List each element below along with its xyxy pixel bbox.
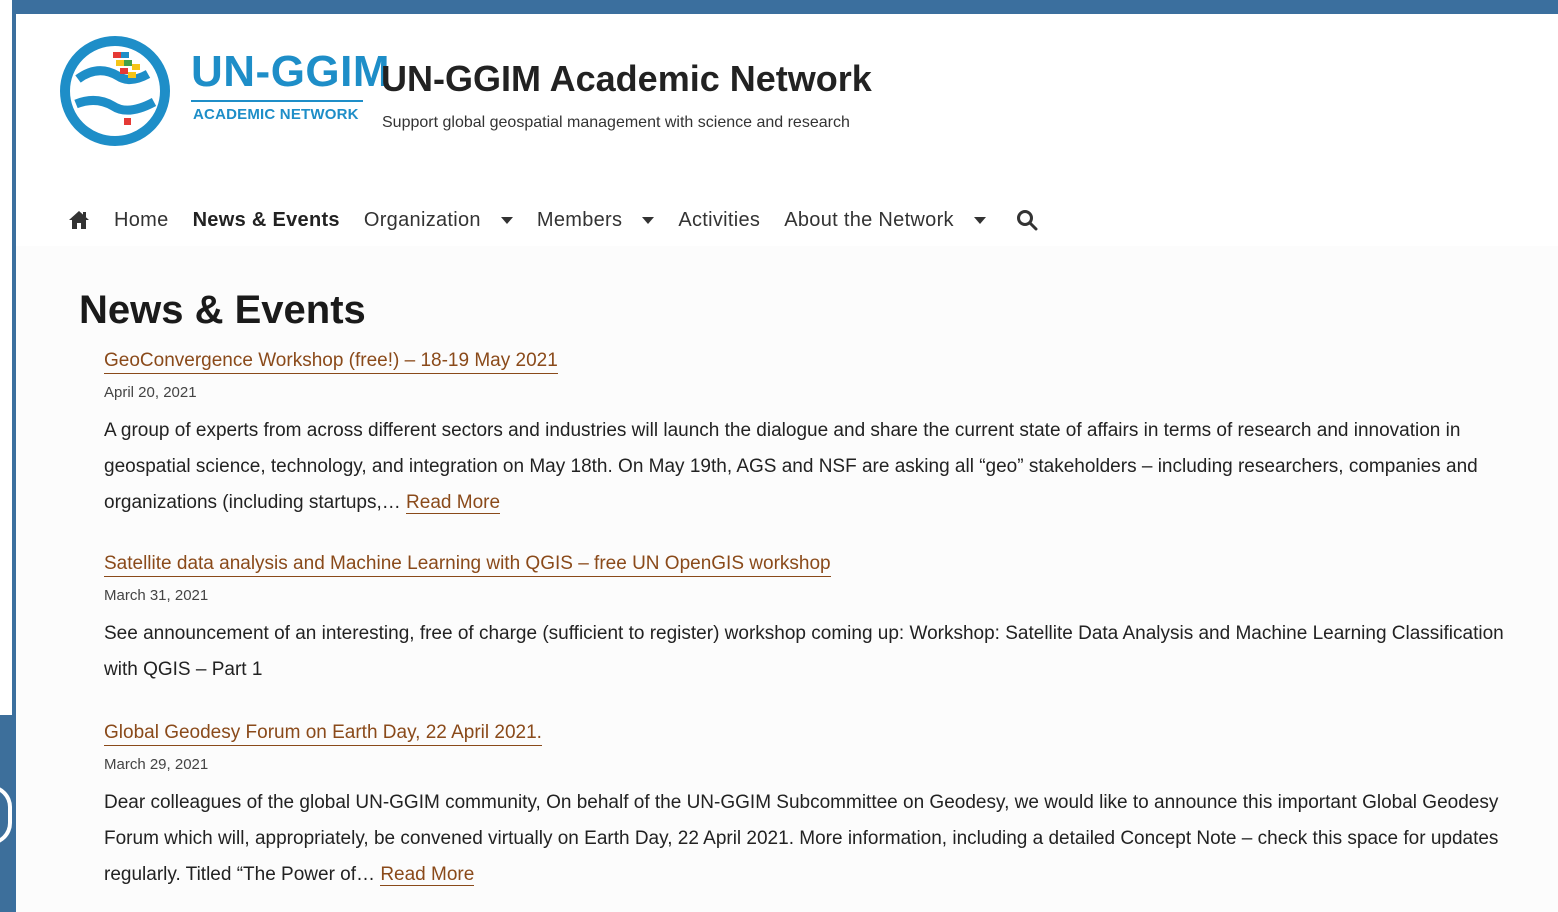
post-title-link[interactable]: Satellite data analysis and Machine Lear… [104, 553, 831, 577]
background-window-edge [0, 0, 12, 912]
news-post: Satellite data analysis and Machine Lear… [104, 553, 1524, 688]
browser-page: UN-GGIM ACADEMIC NETWORK UN-GGIM Academi… [16, 14, 1558, 912]
post-title-link[interactable]: Global Geodesy Forum on Earth Day, 22 Ap… [104, 722, 542, 746]
logo-divider [191, 100, 363, 102]
nav-item-home[interactable]: Home [114, 209, 169, 232]
nav-item-members[interactable]: Members [536, 208, 655, 232]
page-title: News & Events [79, 288, 366, 332]
post-date: April 20, 2021 [104, 384, 197, 401]
nav-item-label: Members [536, 208, 623, 231]
nav-item-label: About the Network [784, 208, 954, 231]
post-excerpt: Dear colleagues of the global UN-GGIM co… [104, 785, 1524, 893]
post-title-link[interactable]: GeoConvergence Workshop (free!) – 18-19 … [104, 350, 558, 374]
site-title[interactable]: UN-GGIM Academic Network [381, 58, 872, 100]
main-navigation: Home News & Events Organization Members … [16, 194, 1558, 247]
post-date: March 31, 2021 [104, 587, 209, 604]
nav-item-label: News & Events [192, 208, 340, 231]
logo-wordmark[interactable]: UN-GGIM [191, 50, 390, 94]
caret-down-icon [642, 216, 655, 224]
post-excerpt: See announcement of an interesting, free… [104, 616, 1524, 688]
post-excerpt-text: Dear colleagues of the global UN-GGIM co… [104, 792, 1499, 885]
read-more-link[interactable]: Read More [380, 864, 475, 886]
nav-item-about-the-network[interactable]: About the Network [784, 209, 986, 232]
search-icon[interactable] [1016, 209, 1038, 231]
nav-item-activities[interactable]: Activities [678, 209, 760, 232]
un-ggim-globe-logo-icon[interactable] [58, 34, 173, 149]
post-excerpt: A group of experts from across different… [104, 413, 1524, 521]
post-excerpt-text: See announcement of an interesting, free… [104, 623, 1504, 680]
nav-item-organization[interactable]: Organization [364, 209, 513, 232]
caret-down-icon [973, 216, 986, 224]
nav-item-news-events[interactable]: News & Events [193, 209, 340, 232]
post-date: March 29, 2021 [104, 756, 209, 773]
logo-subtitle[interactable]: ACADEMIC NETWORK [193, 106, 359, 123]
news-post: GeoConvergence Workshop (free!) – 18-19 … [104, 350, 1524, 521]
site-tagline: Support global geospatial management wit… [382, 114, 850, 131]
post-excerpt-text: A group of experts from across different… [104, 420, 1478, 513]
nav-item-label: Home [114, 208, 169, 231]
site-header: UN-GGIM ACADEMIC NETWORK UN-GGIM Academi… [16, 14, 1558, 247]
news-post: Global Geodesy Forum on Earth Day, 22 Ap… [104, 722, 1524, 893]
home-icon[interactable] [68, 210, 90, 230]
caret-down-icon [500, 216, 513, 224]
read-more-link[interactable]: Read More [406, 492, 501, 514]
main-content: News & Events GeoConvergence Workshop (f… [16, 246, 1558, 912]
nav-item-label: Activities [678, 208, 761, 231]
nav-item-label: Organization [363, 208, 481, 231]
